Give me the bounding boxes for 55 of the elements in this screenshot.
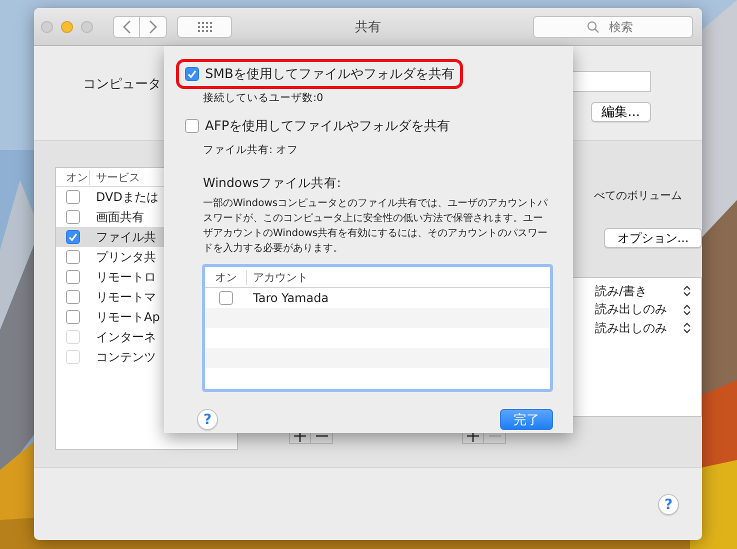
help-button[interactable]: ? — [197, 409, 218, 430]
checkbox[interactable] — [66, 250, 80, 264]
section-heading: Windowsファイル共有: — [202, 175, 342, 192]
service-name: 画面共有 — [95, 208, 144, 226]
options-button[interactable]: オプション... — [604, 228, 702, 248]
status-text: 接続しているユーザ数:0 — [202, 91, 324, 105]
service-name: インターネ — [95, 328, 156, 346]
back-icon — [122, 20, 130, 34]
forward-icon — [149, 20, 157, 34]
checkbox[interactable] — [66, 210, 80, 224]
minimize-icon[interactable] — [61, 20, 73, 32]
minus-icon — [316, 434, 328, 436]
checkbox[interactable] — [185, 67, 199, 81]
access-note: べてのボリューム — [594, 188, 682, 203]
close-icon[interactable] — [41, 20, 53, 32]
checkbox[interactable] — [66, 190, 80, 204]
edit-button[interactable]: 編集... — [590, 102, 651, 122]
checkbox-label[interactable]: SMBを使用してファイルやフォルダを共有 — [205, 65, 454, 83]
service-name: リモートAp — [95, 308, 160, 326]
service-name: ファイル共 — [95, 228, 156, 246]
checkbox[interactable] — [66, 230, 80, 244]
permission-popup[interactable]: 読み出しのみ — [595, 320, 667, 337]
column-header: オン — [205, 270, 247, 284]
show-all-button[interactable] — [177, 16, 232, 38]
computer-name-label: コンピュータ — [83, 76, 161, 93]
service-name: リモートロ — [95, 268, 156, 286]
zoom-icon[interactable] — [81, 20, 93, 32]
status-text: ファイル共有: オフ — [202, 143, 299, 157]
stepper-icon[interactable] — [683, 322, 691, 334]
column-header: サービス — [95, 170, 140, 184]
checkbox[interactable] — [66, 290, 80, 304]
search-field[interactable]: 検索 — [533, 16, 693, 38]
stepper-icon[interactable] — [683, 285, 691, 298]
checkbox[interactable] — [219, 291, 233, 305]
checkbox[interactable] — [185, 119, 199, 133]
stepper-icon[interactable] — [683, 304, 691, 316]
help-button[interactable]: ? — [658, 494, 679, 515]
service-name: コンテンツ — [95, 348, 156, 366]
window-title: 共有 — [355, 18, 381, 36]
service-name: DVDまたは — [95, 188, 158, 206]
checkbox[interactable] — [66, 310, 80, 324]
service-name: プリンタ共 — [95, 248, 156, 266]
back-button[interactable] — [113, 16, 140, 38]
minus-icon — [488, 434, 500, 436]
service-name: リモートマ — [95, 288, 156, 306]
search-icon — [587, 20, 599, 32]
column-header: アカウント — [252, 270, 308, 284]
column-header: オン — [56, 170, 90, 184]
forward-button[interactable] — [140, 16, 167, 38]
grid-icon — [198, 22, 212, 32]
permission-popup[interactable]: 読み出しのみ — [595, 301, 667, 318]
checkbox-label[interactable]: AFPを使用してファイルやフォルダを共有 — [205, 117, 450, 135]
account-name: Taro Yamada — [252, 291, 329, 305]
permission-popup[interactable]: 読み/書き — [595, 282, 648, 300]
checkbox[interactable] — [66, 270, 80, 284]
